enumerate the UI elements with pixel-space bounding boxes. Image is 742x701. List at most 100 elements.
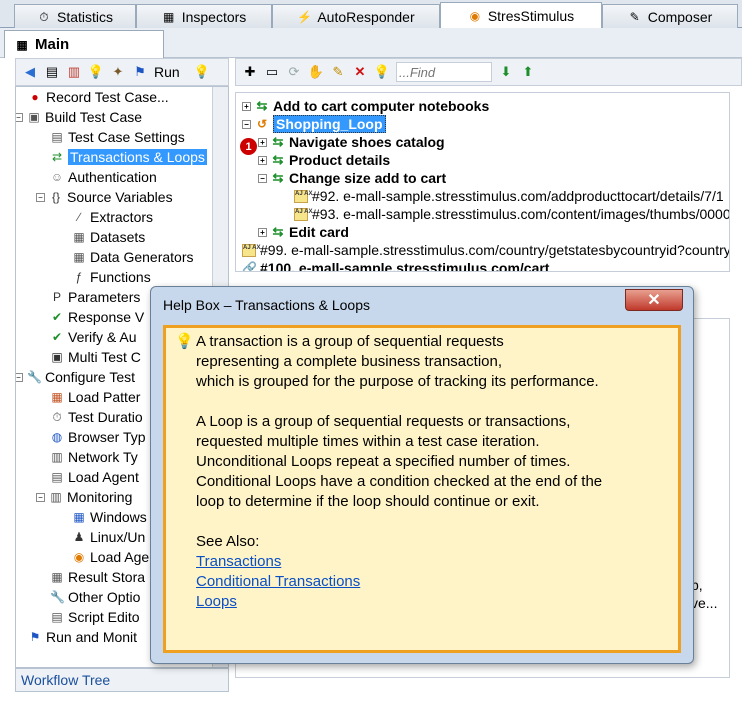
tree-item-label: Load Patter bbox=[68, 389, 141, 405]
table-icon[interactable]: ▤ bbox=[44, 64, 60, 80]
transaction-tree-item[interactable]: AJ AX #99. e-mall-sample.stresstimulus.co… bbox=[242, 241, 730, 259]
tab-composer[interactable]: ✎ Composer bbox=[602, 4, 738, 28]
cycle-icon[interactable]: ⟳ bbox=[286, 64, 302, 80]
tab-stresstimulus[interactable]: ◉ StresStimulus bbox=[440, 2, 602, 29]
find-next-icon[interactable]: ⬇ bbox=[498, 64, 514, 80]
hand-icon[interactable]: ✋ bbox=[308, 64, 324, 80]
transaction-tree-item[interactable]: − ↺ Shopping_Loop bbox=[242, 115, 386, 133]
expand-toggle-icon[interactable]: + bbox=[258, 227, 267, 237]
expand-toggle-icon[interactable]: + bbox=[242, 101, 251, 111]
expand-toggle-icon[interactable]: − bbox=[36, 492, 45, 502]
lightbulb-icon[interactable]: 💡 bbox=[88, 64, 104, 80]
tree-item[interactable]: ∕ Extractors bbox=[72, 207, 153, 227]
browser-icon: ◍ bbox=[51, 430, 63, 444]
tab-inspectors[interactable]: ▦ Inspectors bbox=[136, 4, 272, 28]
tree-item[interactable]: ⚑ Run and Monit bbox=[28, 627, 137, 647]
lightbulb-icon[interactable]: 💡 bbox=[194, 64, 210, 80]
tab-autoresponder[interactable]: ⚡ AutoResponder bbox=[272, 4, 440, 28]
transaction-tree-label: #99. e-mall-sample.stresstimulus.com/cou… bbox=[260, 242, 730, 258]
loop-icon: ↺ bbox=[256, 117, 268, 131]
expand-toggle-icon[interactable]: − bbox=[242, 119, 251, 129]
tab-main[interactable]: ▦ Main bbox=[4, 30, 164, 58]
tree-item-label: Authentication bbox=[68, 169, 157, 185]
close-button[interactable]: ✕ bbox=[625, 289, 683, 311]
tree-item[interactable]: ▤ Test Case Settings bbox=[50, 127, 185, 147]
tree-item[interactable]: ♟ Linux/Un bbox=[72, 527, 146, 547]
tree-item[interactable]: ▦ Result Stora bbox=[50, 567, 145, 587]
tree-item[interactable]: ▦ Datasets bbox=[72, 227, 145, 247]
lightbulb-icon[interactable]: 💡 bbox=[374, 64, 390, 80]
expand-toggle-icon[interactable]: − bbox=[16, 372, 23, 382]
stopwatch-icon: ⏱ bbox=[39, 9, 49, 24]
link-conditional-transactions[interactable]: Conditional Transactions bbox=[196, 572, 360, 592]
tree-item[interactable]: ✔ Verify & Au bbox=[50, 327, 137, 347]
tree-item[interactable]: − ▥ Monitoring bbox=[36, 487, 132, 507]
tree-item[interactable]: ▤ Script Edito bbox=[50, 607, 140, 627]
workflow-tree-tab[interactable]: Workflow Tree bbox=[15, 668, 229, 692]
tree-item[interactable]: ▦ Data Generators bbox=[72, 247, 193, 267]
add-icon[interactable]: ✚ bbox=[242, 64, 258, 80]
expand-toggle-icon[interactable]: − bbox=[16, 112, 23, 122]
transaction-icon: ⇄ bbox=[51, 150, 63, 164]
tree-item-label: Functions bbox=[90, 269, 151, 285]
flag-icon[interactable]: ⚑ bbox=[132, 64, 148, 80]
dataset-icon: ▦ bbox=[73, 230, 85, 244]
eraser-icon[interactable]: ▭ bbox=[264, 64, 280, 80]
tree-item-label: Configure Test bbox=[45, 369, 136, 385]
tree-item[interactable]: ⇄ Transactions & Loops bbox=[50, 147, 207, 167]
run-button[interactable]: Run bbox=[154, 64, 180, 80]
transaction-tree-item[interactable]: 🔗 #100. e-mall-sample.stresstimulus.com/c… bbox=[242, 259, 549, 272]
transaction-tree-item[interactable]: AJ AX #93. e-mall-sample.stresstimulus.co… bbox=[294, 205, 729, 223]
magic-wand-icon[interactable]: ✦ bbox=[110, 64, 126, 80]
lightning-icon: ⚡ bbox=[297, 9, 313, 24]
tree-item[interactable]: ▤ Load Agent bbox=[50, 467, 139, 487]
tree-item[interactable]: ✔ Response V bbox=[50, 307, 144, 327]
pencil-icon[interactable]: ✎ bbox=[330, 64, 346, 80]
tree-item[interactable]: ▥ Network Ty bbox=[50, 447, 137, 467]
transaction-tree-item[interactable]: + ⇆ Navigate shoes catalog bbox=[258, 133, 445, 151]
transaction-tree-item[interactable]: − ⇆ Change size add to cart bbox=[258, 169, 446, 187]
step-badge: 1 bbox=[240, 138, 257, 155]
link-transactions[interactable]: Transactions bbox=[196, 552, 360, 572]
tree-item[interactable]: ◍ Browser Typ bbox=[50, 427, 146, 447]
transaction-tree-item[interactable]: + ⇆ Product details bbox=[258, 151, 390, 169]
transaction-icon: ⇆ bbox=[272, 224, 284, 239]
tree-item[interactable]: ▦ Load Patter bbox=[50, 387, 140, 407]
network-icon: ▥ bbox=[51, 450, 63, 464]
tree-item[interactable]: ◉ Load Age bbox=[72, 547, 149, 567]
transaction-tree-item[interactable]: + ⇆ Edit card bbox=[258, 223, 349, 241]
tree-item[interactable]: ⏱ Test Duratio bbox=[50, 407, 142, 427]
link-loops[interactable]: Loops bbox=[196, 592, 360, 612]
left-toolbar: ◀ ▤ ▥ 💡 ✦ ⚑ Run 💡 bbox=[15, 58, 229, 86]
tree-item[interactable]: − ▣ Build Test Case bbox=[16, 107, 142, 127]
expand-toggle-icon[interactable]: + bbox=[258, 155, 267, 165]
tree-item-label: Multi Test C bbox=[68, 349, 141, 365]
list-icon[interactable]: ▥ bbox=[66, 64, 82, 80]
expand-toggle-icon[interactable]: − bbox=[36, 192, 45, 202]
transaction-tree-item[interactable]: AJ AX #92. e-mall-sample.stresstimulus.co… bbox=[294, 187, 724, 205]
find-prev-icon[interactable]: ⬆ bbox=[520, 64, 536, 80]
tree-item[interactable]: −{} Source Variables bbox=[36, 187, 173, 207]
tree-item-label: Script Edito bbox=[68, 609, 140, 625]
tree-item[interactable]: ☺ Authentication bbox=[50, 167, 157, 187]
parameter-icon: P bbox=[52, 290, 61, 304]
tree-item[interactable]: ▣ Multi Test C bbox=[50, 347, 141, 367]
lightbulb-icon: 💡 bbox=[175, 333, 194, 350]
tab-statistics[interactable]: ⏱ Statistics bbox=[14, 4, 136, 28]
tree-item[interactable]: P Parameters bbox=[50, 287, 140, 307]
find-input[interactable] bbox=[396, 62, 492, 82]
extractor-icon: ∕ bbox=[77, 210, 80, 224]
delete-icon[interactable]: ✕ bbox=[352, 64, 368, 80]
expand-toggle-icon[interactable]: − bbox=[258, 173, 267, 183]
transaction-tree-item[interactable]: + ⇆ Add to cart computer notebooks bbox=[242, 97, 489, 115]
tree-item[interactable]: ● Record Test Case... bbox=[28, 87, 168, 107]
tree-item[interactable]: − 🔧 Configure Test bbox=[16, 367, 136, 387]
expand-toggle-icon[interactable]: + bbox=[258, 137, 267, 147]
back-arrow-icon[interactable]: ◀ bbox=[22, 64, 38, 80]
tree-item-label: Test Case Settings bbox=[68, 129, 185, 145]
tree-item[interactable]: ƒ Functions bbox=[72, 267, 151, 287]
tree-item[interactable]: 🔧 Other Optio bbox=[50, 587, 140, 607]
link-icon: 🔗 bbox=[242, 261, 257, 272]
tree-item[interactable]: ▦ Windows bbox=[72, 507, 146, 527]
load-pattern-icon: ▦ bbox=[51, 390, 63, 404]
